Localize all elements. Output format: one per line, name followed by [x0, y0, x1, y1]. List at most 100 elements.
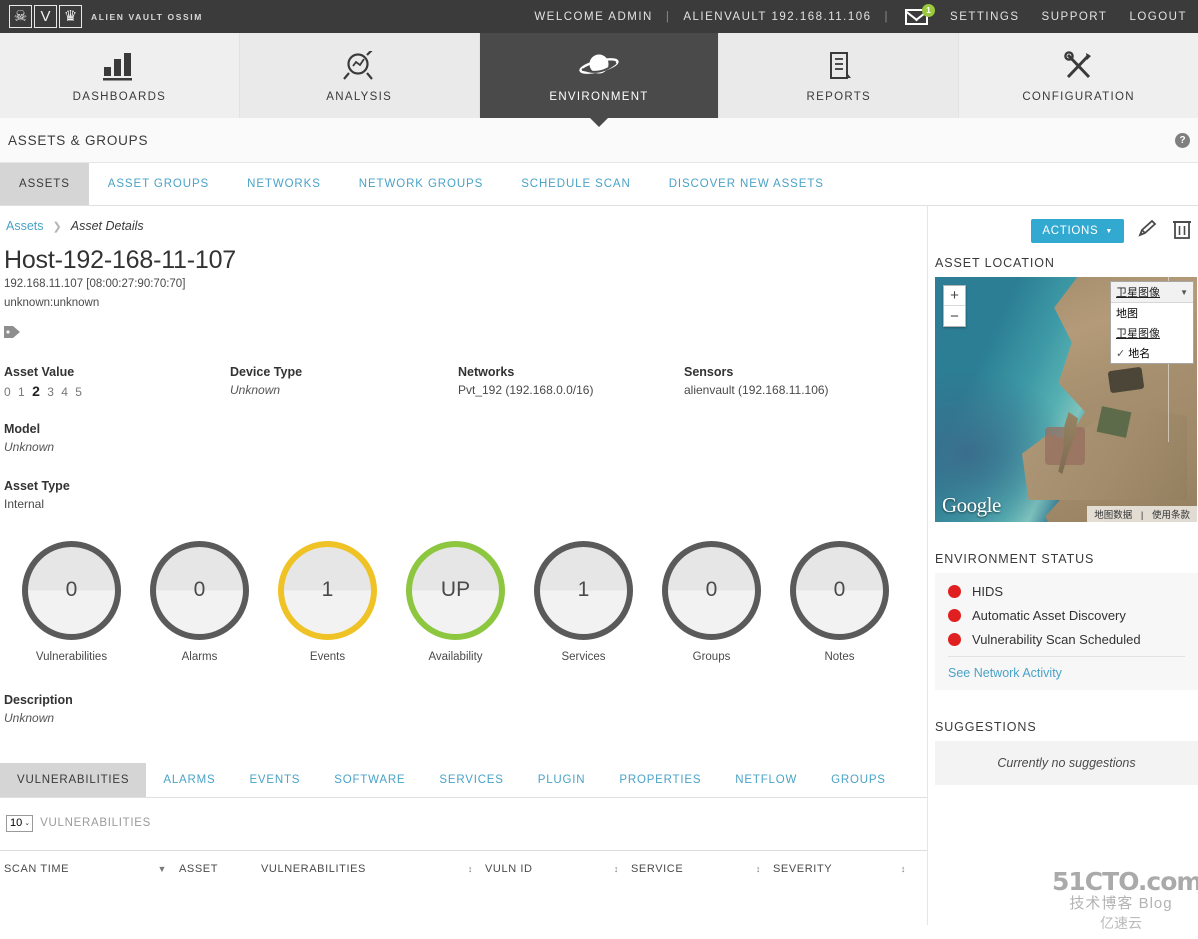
map-data-label[interactable]: 地图数据 — [1091, 510, 1135, 521]
asset-value-5[interactable]: 5 — [75, 385, 84, 399]
metric-notes[interactable]: 0 Notes — [790, 540, 889, 663]
environment-status-title: ENVIRONMENT STATUS — [935, 552, 1095, 566]
asset-value-0[interactable]: 0 — [4, 385, 13, 399]
map-zoom-in-button[interactable]: + — [944, 286, 965, 306]
map-type-option-map[interactable]: 地图 — [1111, 303, 1193, 323]
fact-networks: Networks Pvt_192 (192.168.0.0/16) — [458, 365, 684, 399]
map-labels-toggle[interactable]: ✓ 地名 — [1111, 343, 1193, 363]
nav-analysis[interactable]: ANALYSIS — [239, 33, 480, 118]
main-nav: DASHBOARDS ANALYSIS ENVIRONMENT REPORTS … — [0, 33, 1198, 127]
help-icon[interactable]: ? — [1175, 132, 1190, 148]
status-dot-red — [948, 609, 961, 622]
fact-sensors: Sensors alienvault (192.168.11.106) — [684, 365, 829, 399]
edit-asset-button[interactable] — [1137, 219, 1159, 244]
support-link[interactable]: SUPPORT — [1031, 11, 1119, 23]
asset-value-2-selected[interactable]: 2 — [32, 383, 42, 399]
asset-location-title: ASSET LOCATION — [935, 256, 1055, 270]
tab-asset-groups[interactable]: ASSET GROUPS — [89, 163, 228, 205]
fact-model: Model Unknown — [0, 422, 927, 454]
map-type-option-satellite[interactable]: 卫星图像 — [1111, 323, 1193, 343]
vault-icon: ♛ — [59, 5, 82, 28]
actions-label: ACTIONS — [1042, 225, 1099, 237]
page-size-select[interactable]: 10 ⌄ — [6, 814, 34, 832]
settings-link[interactable]: SETTINGS — [939, 11, 1031, 23]
divider — [948, 656, 1185, 657]
col-vuln-id[interactable]: VULN ID ↕ — [485, 863, 631, 875]
col-label: VULNERABILITIES — [261, 863, 366, 876]
col-label: ASSET — [179, 863, 219, 876]
detail-tab-properties[interactable]: PROPERTIES — [602, 763, 718, 797]
detail-tab-vulnerabilities[interactable]: VULNERABILITIES — [0, 762, 147, 797]
asset-value-3[interactable]: 3 — [47, 385, 56, 399]
suggestions-empty-label: Currently no suggestions — [997, 756, 1136, 770]
nav-configuration[interactable]: CONFIGURATION — [959, 33, 1198, 118]
metric-circle: 0 — [790, 540, 889, 640]
detail-tab-netflow[interactable]: NETFLOW — [718, 763, 814, 797]
map-zoom-control[interactable]: + − — [943, 285, 966, 327]
detail-tab-services[interactable]: SERVICES — [422, 763, 520, 797]
tab-network-groups[interactable]: NETWORK GROUPS — [340, 163, 502, 205]
planet-icon — [579, 49, 619, 83]
col-asset[interactable]: ASSET — [179, 863, 261, 875]
metric-events[interactable]: 1 Events — [278, 540, 377, 663]
map-terms-label[interactable]: 使用条款 — [1149, 510, 1193, 521]
welcome-label: WELCOME ADMIN — [534, 10, 653, 23]
tab-discover-new-assets[interactable]: DISCOVER NEW ASSETS — [650, 163, 843, 205]
map-zoom-out-button[interactable]: − — [944, 306, 965, 326]
nav-label: CONFIGURATION — [1022, 90, 1135, 103]
tab-networks[interactable]: NETWORKS — [228, 163, 340, 205]
environment-status-box: HIDS Automatic Asset Discovery Vulnerabi… — [935, 573, 1198, 690]
map-type-dropdown[interactable]: 卫星图像 ▼ 地图 卫星图像 ✓ 地名 — [1110, 281, 1194, 364]
map-labels-label: 地名 — [1128, 348, 1151, 360]
asset-facts-row: Asset Value 0 1 2 3 4 5 Device Type Unkn… — [0, 365, 927, 399]
see-network-activity-link[interactable]: See Network Activity — [948, 666, 1185, 680]
logout-link[interactable]: LOGOUT — [1118, 11, 1198, 23]
metric-alarms[interactable]: 0 Alarms — [150, 540, 249, 663]
fact-label: Asset Type — [4, 478, 70, 493]
tab-schedule-scan[interactable]: SCHEDULE SCAN — [502, 163, 649, 205]
delete-asset-button[interactable] — [1172, 218, 1192, 245]
metric-availability[interactable]: UP Availability — [406, 540, 505, 663]
map-type-selected-label: 卫星图像 — [1116, 287, 1160, 299]
nav-dashboards[interactable]: DASHBOARDS — [0, 33, 240, 118]
fact-label: Description — [4, 692, 73, 707]
tools-icon — [1062, 49, 1096, 83]
metric-label: Groups — [692, 650, 731, 663]
asset-value-4[interactable]: 4 — [61, 385, 70, 399]
asset-value-scale[interactable]: 0 1 2 3 4 5 — [4, 383, 230, 399]
tab-assets[interactable]: ASSETS — [0, 163, 89, 205]
checkmark-icon: ✓ — [1116, 348, 1126, 360]
metric-services[interactable]: 1 Services — [534, 540, 633, 663]
message-count-badge: 1 — [922, 3, 936, 17]
actions-button[interactable]: ACTIONS ▼ — [1031, 219, 1124, 243]
breadcrumb: Assets ❯ Asset Details — [0, 206, 927, 246]
table-header-row: SCAN TIME ▼ ASSET VULNERABILITIES ↕ VULN… — [0, 849, 927, 888]
col-service[interactable]: SERVICE ↕ — [631, 863, 773, 875]
status-label: Vulnerability Scan Scheduled — [972, 632, 1141, 647]
breadcrumb-separator-icon: ❯ — [52, 220, 62, 233]
col-vulnerabilities[interactable]: VULNERABILITIES ↕ — [261, 863, 485, 875]
detail-tab-plugin[interactable]: PLUGIN — [521, 763, 603, 797]
nav-environment[interactable]: ENVIRONMENT — [479, 33, 720, 127]
detail-tab-events[interactable]: EVENTS — [232, 763, 317, 797]
detail-tab-software[interactable]: SOFTWARE — [317, 763, 422, 797]
breadcrumb-assets[interactable]: Assets — [6, 219, 44, 233]
fact-value: Unknown — [4, 710, 55, 725]
messages-button[interactable]: 1 — [891, 3, 939, 25]
map-type-selected[interactable]: 卫星图像 ▼ — [1111, 282, 1193, 303]
chevron-down-icon: ⌄ — [24, 820, 31, 828]
nav-reports[interactable]: REPORTS — [719, 33, 960, 118]
detail-tab-groups[interactable]: GROUPS — [814, 763, 903, 797]
chevron-down-icon: ▼ — [1180, 287, 1188, 297]
col-severity[interactable]: SEVERITY ↕ — [773, 863, 918, 875]
map-footer: 地图数据 | 使用条款 — [1087, 506, 1197, 522]
asset-location-map[interactable]: + − 卫星图像 ▼ 地图 卫星图像 ✓ 地名 Google 地图数据 | 使用… — [935, 277, 1197, 522]
magnifier-chart-icon — [342, 49, 376, 83]
metric-groups[interactable]: 0 Groups — [662, 540, 761, 663]
asset-value-1[interactable]: 1 — [18, 385, 27, 399]
tag-icon[interactable] — [0, 324, 927, 343]
metric-vulnerabilities[interactable]: 0 Vulnerabilities — [22, 540, 121, 663]
fact-value: Unknown — [230, 382, 281, 397]
col-scan-time[interactable]: SCAN TIME ▼ — [4, 863, 179, 875]
detail-tab-alarms[interactable]: ALARMS — [146, 763, 232, 797]
